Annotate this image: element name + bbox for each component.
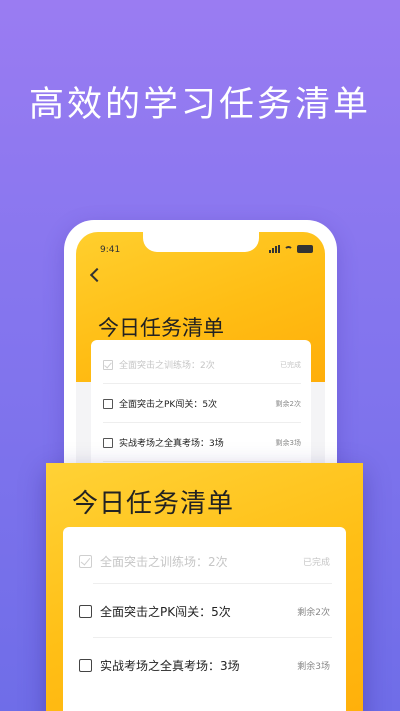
task-label: 全面突击之PK闯关：5次 [100,604,231,619]
battery-icon [297,245,313,253]
divider [93,583,332,584]
task-status: 剩余2次 [297,607,330,618]
checkbox-icon[interactable] [103,398,113,409]
wifi-icon [284,246,293,253]
task-status: 已完成 [280,360,301,369]
divider [93,637,332,638]
signal-icon [269,245,280,253]
status-time: 9:41 [100,245,121,255]
task-status: 剩余3场 [275,438,301,447]
phone-page-title: 今日任务清单 [98,316,224,340]
checkbox-icon[interactable] [79,604,92,618]
task-row[interactable]: 全面突击之PK闯关：5次 剩余2次 [103,385,301,423]
checkbox-icon[interactable] [79,658,92,672]
zoomed-task-panel: 今日任务清单 全面突击之训练场：2次 已完成 全面突击之PK闯关：5次 剩余2次… [46,463,363,711]
task-label: 实战考场之全真考场：3场 [119,439,224,449]
task-label: 全面突击之PK闯关：5次 [119,400,218,410]
task-status: 剩余3场 [297,661,330,672]
task-row[interactable]: 实战考场之全真考场：3场 剩余3场 [103,424,301,462]
checkbox-checked-icon[interactable] [103,359,113,370]
task-label: 全面突击之训练场：2次 [119,361,215,371]
task-status: 剩余2次 [275,399,301,408]
task-label: 全面突击之训练场：2次 [100,554,228,569]
task-status: 已完成 [302,557,330,568]
task-row[interactable]: 全面突击之训练场：2次 已完成 [79,535,330,587]
status-icons [269,245,313,253]
zoom-task-card: 全面突击之训练场：2次 已完成 全面突击之PK闯关：5次 剩余2次 实战考场之全… [63,527,346,711]
zoom-page-title: 今日任务清单 [72,489,235,519]
task-label: 实战考场之全真考场：3场 [100,658,240,673]
task-row[interactable]: 实战考场之全真考场：3场 剩余3场 [79,639,330,691]
task-row[interactable]: 全面突击之训练场：2次 已完成 [103,346,301,384]
phone-notch [142,232,259,252]
checkbox-icon[interactable] [103,437,113,448]
task-row[interactable]: 全面突击之PK闯关：5次 剩余2次 [79,585,330,637]
checkbox-checked-icon[interactable] [79,554,92,568]
headline: 高效的学习任务清单 [28,85,371,125]
